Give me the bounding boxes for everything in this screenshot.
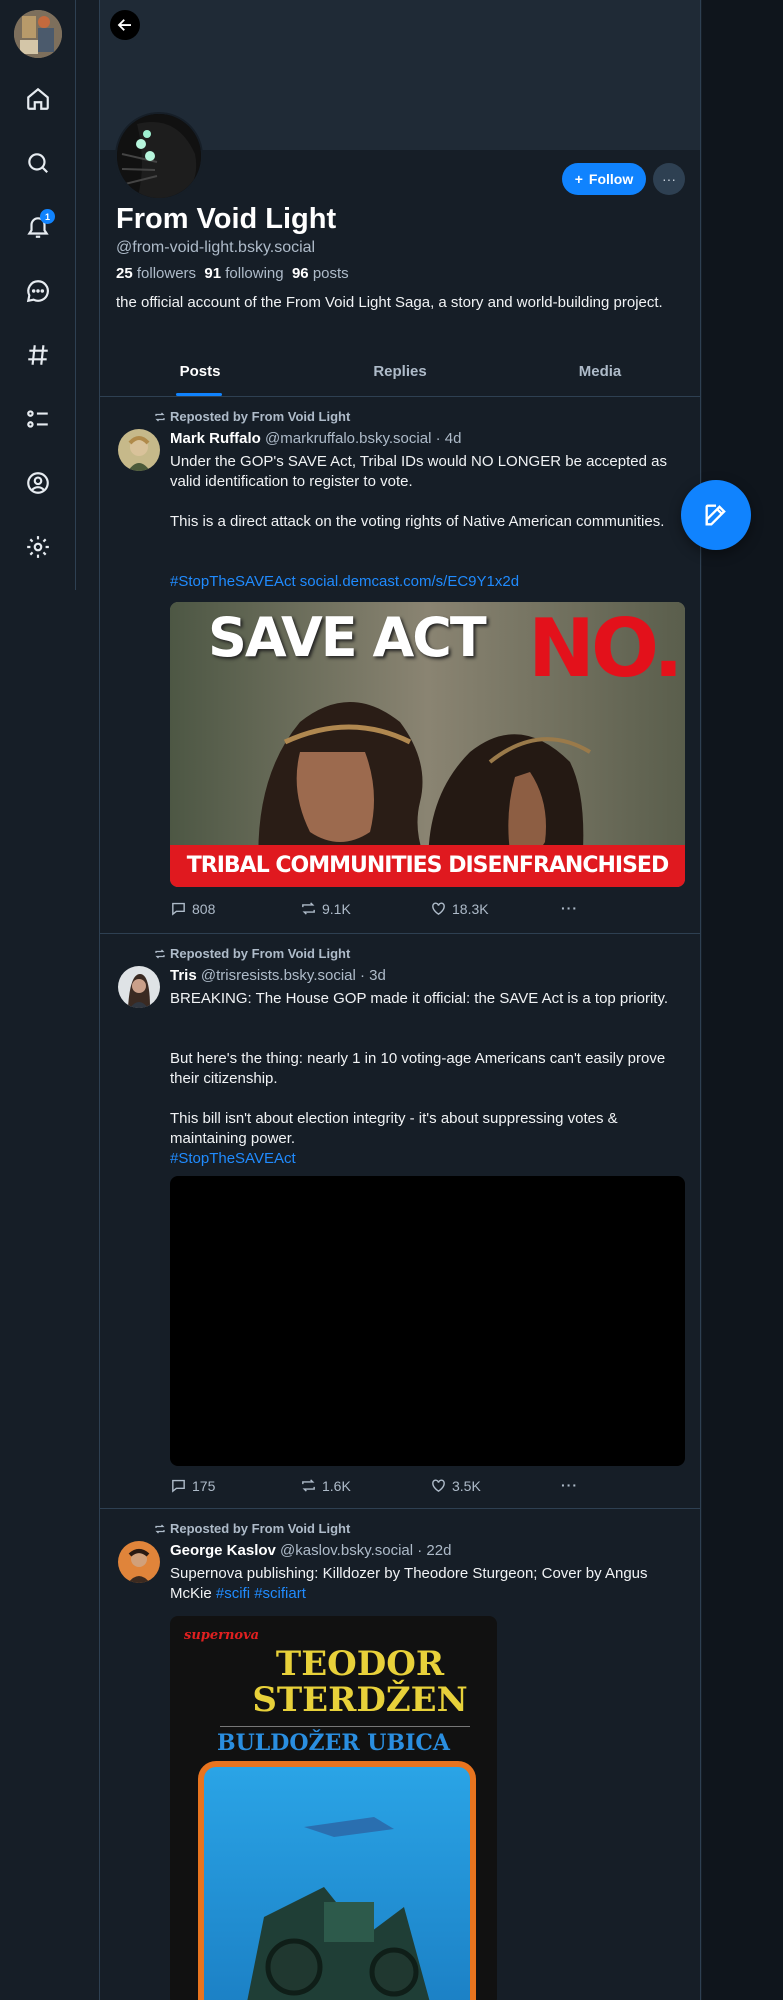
cover-author: TEODOR STERDŽEN [252,1644,468,1720]
cover-title: BULDOŽER UBICA [217,1730,450,1756]
post-item[interactable]: Reposted by From Void Light Tris @trisre… [100,934,700,1509]
like-button[interactable]: 18.3K [430,900,489,917]
external-link[interactable]: social.demcast.com/s/EC9Y1x2d [300,573,519,590]
profile-more-button[interactable]: ··· [653,163,685,195]
post-item[interactable]: Reposted by From Void Light George Kaslo… [100,1509,700,2000]
post-author[interactable]: George Kaslov @kaslov.bsky.social · 22d [170,1542,451,1559]
repost-indicator: Reposted by From Void Light [154,409,350,424]
hashtag-link[interactable]: #StopTheSAVEAct [170,1150,296,1167]
post-text: But here's the thing: nearly 1 in 10 vot… [170,1050,666,1087]
hashtag-link[interactable]: #StopTheSAVEAct [170,573,296,590]
repost-icon [155,949,165,958]
notifications-icon[interactable]: 1 [22,209,55,243]
like-button[interactable]: 3.5K [430,1477,481,1494]
heart-icon [432,902,445,916]
user-avatar[interactable] [14,10,62,58]
reply-button[interactable]: 808 [170,900,215,917]
profile-handle: @from-void-light.bsky.social [116,239,316,256]
post-text: BREAKING: The House GOP made it official… [170,990,668,1007]
profile-avatar[interactable] [115,112,203,200]
home-icon[interactable] [22,83,54,115]
list-icon[interactable] [22,403,54,435]
reply-button[interactable]: 175 [170,1477,215,1494]
post-text: Under the GOP's SAVE Act, Tribal IDs wou… [170,453,667,490]
compose-icon [705,504,726,526]
plus-icon: + [574,171,583,187]
avatar[interactable] [118,1541,160,1583]
post-actions: 175 1.6K 3.5K ··· [170,1477,690,1497]
hashtag-link[interactable]: #scifi [216,1585,250,1602]
book-cover-image[interactable]: supernova TEODOR STERDŽEN BULDOŽER UBICA [170,1616,497,2000]
profile-main-column: + Follow ··· From Void Light @from-void-… [99,0,701,2000]
post-more-button[interactable]: ··· [561,900,578,916]
right-gutter [702,0,783,2000]
chat-icon[interactable] [22,275,54,307]
post-item[interactable]: Reposted by From Void Light Mark Ruffalo… [100,397,700,934]
image-title-white: SAVE ACT [208,606,487,669]
tab-posts[interactable]: Posts [100,355,300,396]
avatar[interactable] [118,966,160,1008]
back-button[interactable] [110,10,140,40]
following-link[interactable]: 91 following [204,265,283,282]
cover-publisher: supernova [184,1628,260,1643]
post-author[interactable]: Mark Ruffalo @markruffalo.bsky.social · … [170,430,461,447]
repost-indicator: Reposted by From Void Light [154,1521,350,1536]
post-links: #StopTheSAVEAct [170,1149,690,1169]
hashtag-link[interactable]: #scifiart [254,1585,306,1602]
post-author[interactable]: Tris @trisresists.bsky.social · 3d [170,967,386,984]
profile-tabs: Posts Replies Media [100,355,700,397]
profile-bio: the official account of the From Void Li… [116,294,663,311]
image-title-red: NO. [528,602,684,695]
tab-media[interactable]: Media [500,355,700,396]
post-links: #StopTheSAVEAct social.demcast.com/s/EC9… [170,572,690,592]
video-player[interactable] [170,1176,685,1466]
repost-icon [302,1479,315,1492]
repost-button[interactable]: 9.1K [300,900,351,917]
cover-divider [220,1726,470,1727]
post-actions: 808 9.1K 18.3K ··· [170,900,690,920]
posts-count: 96 posts [291,265,349,282]
arrow-left-icon [117,19,131,31]
post-image[interactable]: SAVE ACT NO. TRIBAL COMMUNITIES DISENFRA… [170,602,685,887]
cover-illustration [198,1761,476,2000]
post-text: This is a direct attack on the voting ri… [170,513,665,530]
avatar[interactable] [118,429,160,471]
repost-icon [302,902,315,915]
repost-icon [155,1524,165,1533]
hashtag-icon[interactable] [22,339,54,371]
profile-icon[interactable] [22,467,54,499]
reply-icon [172,1479,185,1493]
compose-button[interactable] [681,480,751,550]
profile-display-name: From Void Light [116,203,337,235]
repost-indicator: Reposted by From Void Light [154,946,350,961]
gear-icon[interactable] [22,531,54,563]
search-icon[interactable] [22,147,54,179]
heart-icon [432,1479,445,1493]
repost-button[interactable]: 1.6K [300,1477,351,1494]
repost-icon [155,412,165,421]
notifications-badge: 1 [40,209,55,224]
follow-button[interactable]: + Follow [562,163,646,195]
post-text: Supernova publishing: Killdozer by Theod… [170,1565,648,1602]
tab-replies[interactable]: Replies [300,355,500,396]
image-caption: TRIBAL COMMUNITIES DISENFRANCHISED [170,845,685,887]
followers-link[interactable]: 25 followers [116,265,196,282]
post-more-button[interactable]: ··· [561,1477,578,1493]
reply-icon [172,902,185,916]
profile-stats: 25 followers 91 following 96 posts [116,265,349,282]
post-text: This bill isn't about election integrity… [170,1110,618,1147]
follow-label: Follow [588,171,634,187]
left-navigation: 1 [0,0,76,590]
